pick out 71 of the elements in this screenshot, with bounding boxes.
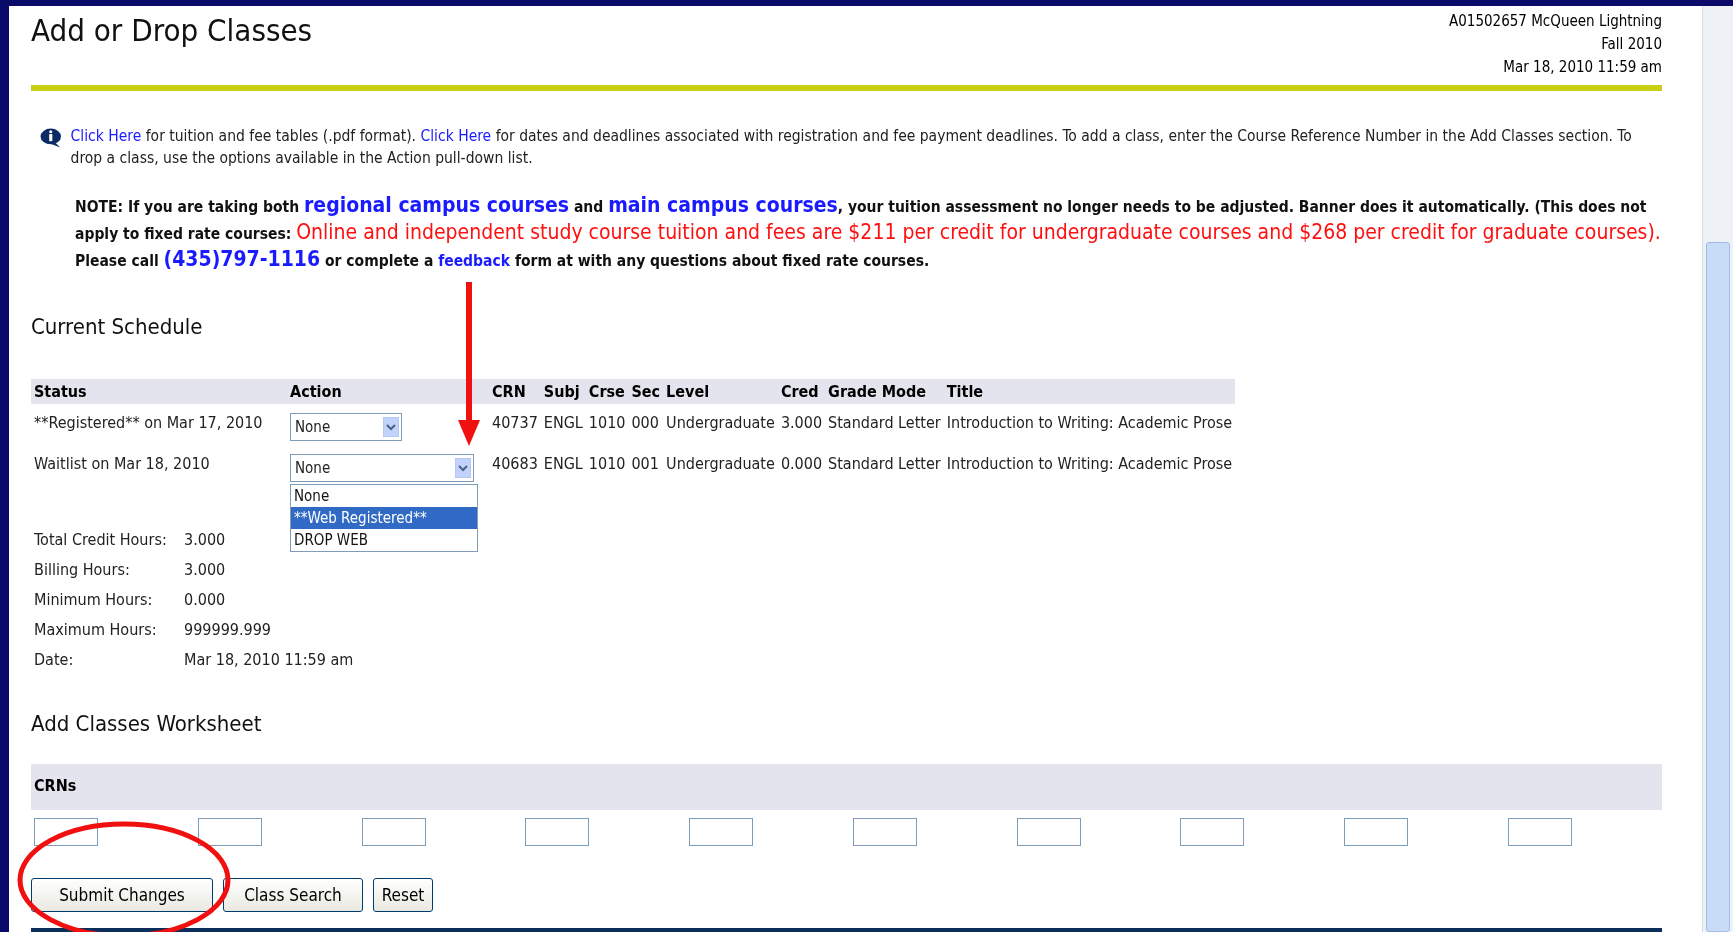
link[interactable]: regional campus courses — [304, 193, 570, 217]
column-header: Status — [31, 379, 287, 404]
total-value: Mar 18, 2010 11:59 am — [184, 650, 354, 669]
table-cell: 40737 — [489, 404, 541, 445]
table-cell-text: 001 — [630, 453, 660, 475]
crn-field[interactable] — [361, 818, 426, 846]
column-header: CRN — [489, 379, 541, 404]
table-cell-text: Standard Letter — [827, 453, 942, 475]
column-header: Level — [663, 379, 778, 404]
reset-button[interactable]: Reset — [373, 878, 433, 912]
table-cell-text: 40683 — [491, 453, 539, 475]
link[interactable]: main campus courses — [608, 193, 838, 217]
total-value: 3.000 — [184, 560, 226, 579]
section-title: Add Classes Worksheet — [31, 711, 263, 736]
table-cell-text: Introduction to Writing: Academic Prose — [945, 453, 1234, 475]
total-value: 3.000 — [184, 530, 226, 549]
column-header: Title — [943, 379, 1236, 404]
link[interactable]: (435)797-1116 — [163, 247, 321, 271]
table-cell: 000 — [628, 404, 664, 445]
crn-field[interactable] — [852, 818, 917, 846]
note-paragraph: NOTE: If you are taking both regional campus courses and main campus courses, your tuition assessment no longer needs to be adjusted. Banner does it automatically. (This does not apply to fixed rate courses: Online and independent study course tuition and fees are $211 per credit for undergraduate courses and $268 per credit for graduate courses). Please call (435)797-1116 or complete a feedback form at with any questions about fixed rate courses. — [75, 193, 1662, 273]
table-cell: 3.000 — [777, 404, 826, 445]
table-cell-text: 0.000 — [779, 453, 824, 475]
action-dropdown[interactable]: None — [290, 413, 402, 441]
column-header: Action — [287, 379, 489, 404]
action-dropdown[interactable]: None — [290, 454, 474, 482]
column-header: Grade Mode — [825, 379, 944, 404]
student-name: A01502657 McQueen Lightning — [1449, 11, 1662, 32]
column-header: Cred — [777, 379, 826, 404]
caret-icon — [455, 458, 471, 478]
table-cell: **Registered** on Mar 17, 2010 — [31, 404, 287, 445]
table-cell: Introduction to Writing: Academic Prose — [943, 404, 1236, 445]
timestamp: Mar 18, 2010 11:59 am — [1503, 57, 1662, 78]
table-cell-text: Undergraduate — [665, 453, 776, 475]
link[interactable]: Click Here — [70, 127, 142, 145]
caret-icon — [383, 417, 399, 437]
link[interactable]: Click Here — [420, 127, 492, 145]
total-value: 0.000 — [184, 590, 226, 609]
table-cell-text: 1010 — [587, 453, 627, 475]
total-value: 999999.999 — [184, 620, 271, 639]
total-label: Total Credit Hours: — [34, 530, 167, 549]
dropdown-option[interactable]: **Web Registered** — [291, 507, 477, 529]
crn-field[interactable] — [525, 818, 590, 846]
table-cell-text: ENGL — [542, 453, 584, 475]
crn-field[interactable] — [1016, 818, 1081, 846]
submit-button[interactable]: Submit Changes — [31, 878, 213, 912]
link[interactable]: feedback — [438, 252, 511, 270]
total-label: Billing Hours: — [34, 560, 130, 579]
column-header: Sec — [628, 379, 664, 404]
table-cell: Undergraduate — [663, 404, 778, 445]
section-title: Current Schedule — [31, 314, 204, 339]
scrollbar[interactable] — [1702, 6, 1733, 932]
crn-field[interactable] — [689, 818, 754, 846]
column-header: Subj — [540, 379, 586, 404]
table-cell: 1010 — [585, 404, 629, 445]
page-title: Add or Drop Classes — [31, 12, 313, 50]
term: Fall 2010 — [1601, 34, 1662, 55]
table-header-band: CRNs — [31, 764, 1662, 810]
crn-field[interactable] — [1344, 818, 1409, 846]
total-label: Date: — [34, 650, 74, 669]
info-paragraph: Click Here for tuition and fee tables (.pdf format). Click Here for dates and deadlines associated with registration and fee payment deadlines. To add a class, enter the Course Reference Number in the Add Classes section. To drop a class, use the options available in the Action pull-down list. — [70, 126, 1633, 169]
table-cell-text: Waitlist on Mar 18, 2010 — [33, 453, 211, 475]
crn-field[interactable] — [1507, 818, 1572, 846]
total-label: Maximum Hours: — [34, 620, 157, 639]
crn-field[interactable] — [197, 818, 262, 846]
crn-field[interactable] — [1180, 818, 1245, 846]
table-cell: ENGL — [540, 404, 586, 445]
table-cell: Standard Letter — [825, 404, 944, 445]
column-header: Crse — [585, 379, 629, 404]
total-label: Minimum Hours: — [34, 590, 153, 609]
search-button[interactable]: Class Search — [223, 878, 363, 912]
